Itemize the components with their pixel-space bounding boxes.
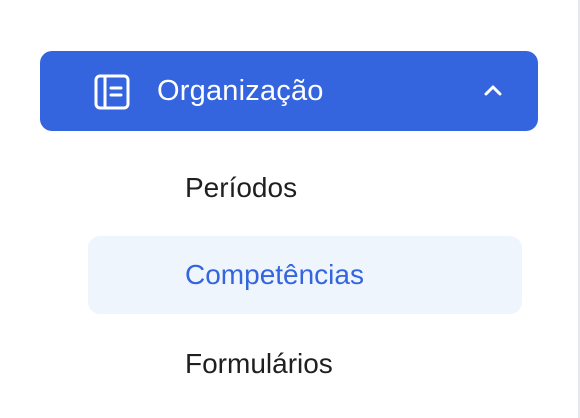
nav-item-periodos[interactable]: Períodos bbox=[88, 149, 522, 227]
nav-item-formularios[interactable]: Formulários bbox=[88, 325, 522, 403]
sidebar-nav: Organização Períodos Competências Formul… bbox=[0, 0, 580, 418]
book-icon bbox=[94, 74, 130, 110]
nav-item-label: Períodos bbox=[185, 172, 298, 203]
nav-group-label: Organização bbox=[157, 75, 324, 107]
nav-item-label: Competências bbox=[185, 259, 364, 290]
nav-item-competencias[interactable]: Competências bbox=[88, 236, 522, 314]
chevron-up-icon[interactable] bbox=[484, 83, 502, 97]
nav-item-label: Formulários bbox=[185, 348, 333, 379]
nav-group-organizacao[interactable]: Organização bbox=[40, 51, 538, 131]
